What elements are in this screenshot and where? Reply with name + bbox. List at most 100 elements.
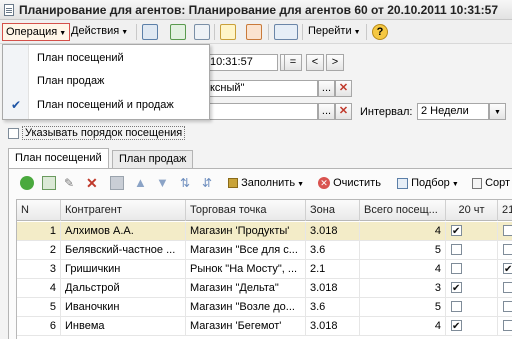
visit-day-checkbox[interactable]	[451, 223, 462, 241]
pick-label: Подбор	[411, 177, 450, 189]
table-cell-point[interactable]: Магазин 'Продукты'	[186, 222, 306, 241]
sort-ascending-icon[interactable]: ⇅	[180, 176, 194, 190]
move-down-icon[interactable]: ▼	[156, 176, 170, 190]
previous-period-button[interactable]: <	[306, 54, 324, 71]
table-cell-zone[interactable]: 3.018	[306, 222, 360, 241]
table-cell-n[interactable]: 6	[17, 317, 61, 336]
print-document-icon[interactable]	[246, 24, 262, 40]
table-cell-n[interactable]: 5	[17, 298, 61, 317]
visit-day-checkbox[interactable]	[503, 261, 512, 279]
warehouse-select-button[interactable]: ...	[318, 80, 335, 97]
column-header[interactable]: Торговая точка	[186, 200, 306, 221]
table-cell-point[interactable]: Магазин "Дельта"	[186, 279, 306, 298]
table-row[interactable]: 1 Алхимов А.А. Магазин 'Продукты' 3.018 4	[17, 222, 512, 241]
visit-day-checkbox[interactable]	[451, 244, 462, 255]
edit-row-icon[interactable]: ✎	[64, 176, 78, 190]
end-edit-icon[interactable]	[110, 176, 124, 190]
interval-select[interactable]: 2 Недели	[417, 103, 489, 120]
warehouse-field[interactable]: ксный"	[206, 80, 318, 97]
clear-grid-button[interactable]: ✕ Очистить	[318, 174, 381, 192]
visit-day-checkbox[interactable]	[503, 282, 512, 293]
table-cell-zone[interactable]: 3.018	[306, 279, 360, 298]
visit-day-checkbox[interactable]	[451, 280, 462, 298]
warehouse-clear-button[interactable]: ✕	[335, 80, 352, 97]
agent-field[interactable]	[206, 103, 318, 120]
table-cell-zone[interactable]: 3.6	[306, 241, 360, 260]
visit-day-checkbox[interactable]	[451, 318, 462, 336]
copy-document-icon[interactable]	[194, 24, 210, 40]
fill-button[interactable]: Заполнить ▼	[228, 174, 304, 192]
visit-day-checkbox[interactable]	[451, 263, 462, 274]
sort-button[interactable]: Сорт	[472, 174, 510, 192]
next-period-button[interactable]: >	[326, 54, 344, 71]
table-cell-total[interactable]: 5	[360, 241, 446, 260]
tab-sales-plan[interactable]: План продаж	[112, 150, 194, 168]
visit-day-checkbox[interactable]	[451, 301, 462, 312]
column-header[interactable]: Контрагент	[61, 200, 186, 221]
table-cell-n[interactable]: 1	[17, 222, 61, 241]
move-up-icon[interactable]: ▲	[134, 176, 148, 190]
goto-menu-button[interactable]: Перейти ▼	[305, 23, 364, 41]
help-icon[interactable]: ?	[372, 24, 388, 40]
table-row[interactable]: 4 Дальстрой Магазин "Дельта" 3.018 3	[17, 279, 512, 298]
column-header[interactable]: 20 чт	[446, 200, 498, 221]
table-cell-n[interactable]: 3	[17, 260, 61, 279]
table-cell-total[interactable]: 3	[360, 279, 446, 298]
fill-icon	[228, 178, 238, 189]
table-cell-contractor[interactable]: Алхимов А.А.	[61, 222, 186, 241]
menu-item-visit-plan[interactable]: План посещений	[3, 47, 209, 69]
visit-day-checkbox[interactable]	[503, 244, 512, 255]
column-header[interactable]: Всего посещ...	[360, 200, 446, 221]
equal-button[interactable]: =	[284, 54, 302, 71]
interval-dropdown-button[interactable]: ▼	[489, 103, 506, 120]
table-cell-zone[interactable]: 3.018	[306, 317, 360, 336]
table-cell-total[interactable]: 4	[360, 260, 446, 279]
visit-day-checkbox[interactable]	[503, 320, 512, 331]
table-cell-contractor[interactable]: Инвема	[61, 317, 186, 336]
table-cell-n[interactable]: 4	[17, 279, 61, 298]
sort-descending-icon[interactable]: ⇵	[202, 176, 216, 190]
table-cell-contractor[interactable]: Белявский-частное ...	[61, 241, 186, 260]
menu-item-sales-plan[interactable]: План продаж	[3, 70, 209, 92]
table-cell-total[interactable]: 4	[360, 222, 446, 241]
refresh-icon[interactable]	[170, 24, 186, 40]
copy-row-icon[interactable]	[42, 176, 56, 190]
settings-dropdown-icon[interactable]	[274, 24, 298, 40]
structure-icon[interactable]	[220, 24, 236, 40]
table-row[interactable]: 3 Гришичкин Рынок "На Мосту", ... 2.1 4	[17, 260, 512, 279]
column-header[interactable]: Зона	[306, 200, 360, 221]
visit-day-checkbox[interactable]	[503, 225, 512, 236]
add-row-icon[interactable]	[20, 176, 34, 190]
window-title: Планирование для агентов: Планирование д…	[19, 3, 499, 17]
tab-visit-plan[interactable]: План посещений	[8, 148, 109, 168]
agent-clear-button[interactable]: ✕	[335, 103, 352, 120]
table-cell-total[interactable]: 5	[360, 298, 446, 317]
visit-day-checkbox[interactable]	[503, 301, 512, 312]
post-document-icon[interactable]	[142, 24, 158, 40]
table-cell-contractor[interactable]: Дальстрой	[61, 279, 186, 298]
table-cell-contractor[interactable]: Иваночкин	[61, 298, 186, 317]
delete-row-icon[interactable]: ✕	[86, 176, 100, 190]
visit-order-checkbox[interactable]	[8, 128, 19, 139]
table-cell-point[interactable]: Рынок "На Мосту", ...	[186, 260, 306, 279]
table-cell-contractor[interactable]: Гришичкин	[61, 260, 186, 279]
table-row[interactable]: 6 Инвема Магазин 'Бегемот' 3.018 4	[17, 317, 512, 336]
operation-menu-button[interactable]: Операция ▼	[2, 23, 71, 41]
visit-plan-table[interactable]: N Контрагент Торговая точка Зона Всего п…	[16, 199, 512, 339]
column-header[interactable]: 21	[498, 200, 512, 221]
table-row[interactable]: 2 Белявский-частное ... Магазин "Все для с…	[17, 241, 512, 260]
table-row[interactable]: 5 Иваночкин Магазин "Возле до... 3.6 5	[17, 298, 512, 317]
table-cell-point[interactable]: Магазин "Возле до...	[186, 298, 306, 317]
agent-select-button[interactable]: ...	[318, 103, 335, 120]
date-field[interactable]: 10:31:57	[206, 54, 278, 71]
menu-item-visit-and-sales-plan[interactable]: ✔ План посещений и продаж	[3, 94, 209, 116]
actions-menu-button[interactable]: Действия ▼	[68, 23, 131, 41]
pick-button[interactable]: Подбор ▼	[397, 174, 459, 192]
table-cell-zone[interactable]: 2.1	[306, 260, 360, 279]
table-cell-point[interactable]: Магазин 'Бегемот'	[186, 317, 306, 336]
table-cell-point[interactable]: Магазин "Все для с...	[186, 241, 306, 260]
column-header[interactable]: N	[17, 200, 61, 221]
table-cell-zone[interactable]: 3.6	[306, 298, 360, 317]
table-cell-total[interactable]: 4	[360, 317, 446, 336]
table-cell-n[interactable]: 2	[17, 241, 61, 260]
